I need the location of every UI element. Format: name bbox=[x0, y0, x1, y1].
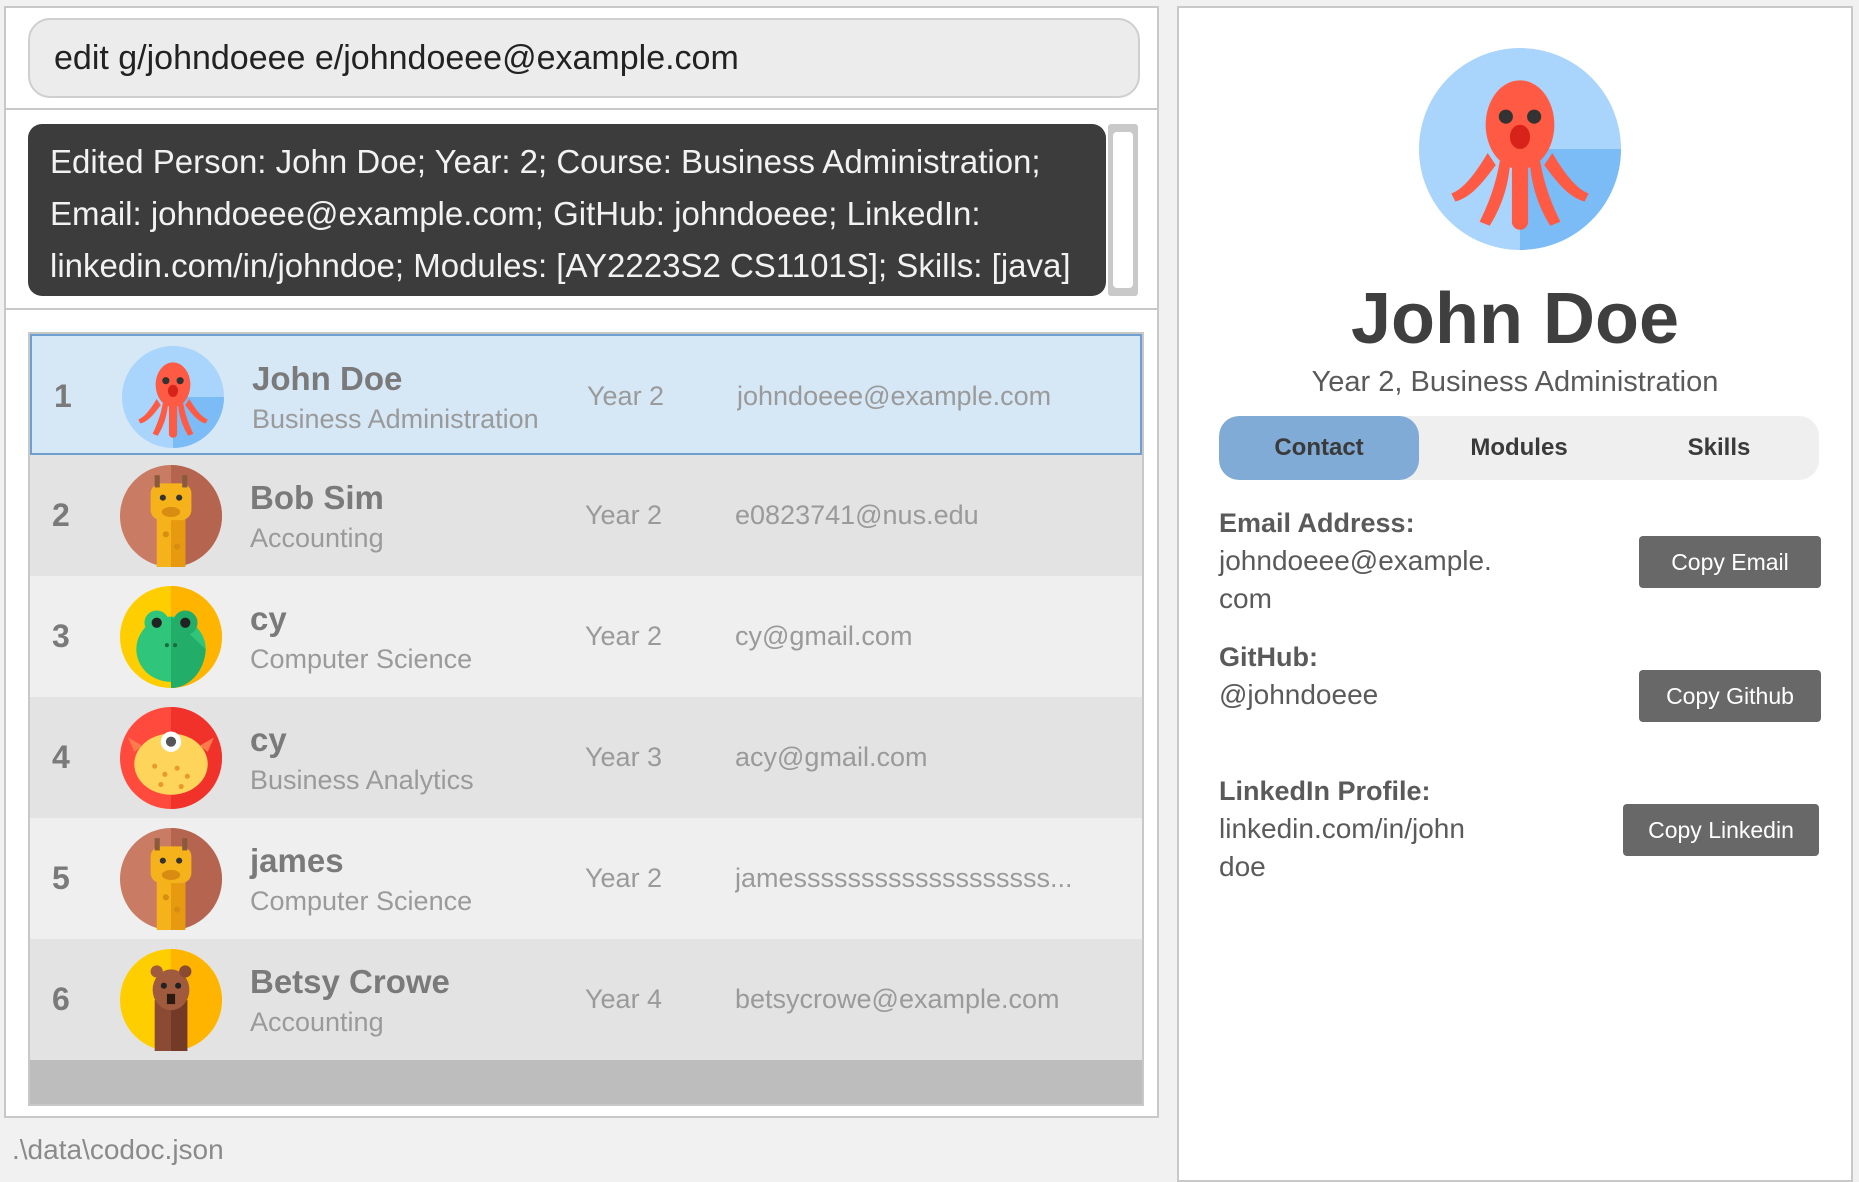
github-label: GitHub: bbox=[1219, 642, 1318, 672]
person-email: acy@gmail.com bbox=[735, 742, 928, 772]
list-item-index: 6 bbox=[52, 981, 70, 1017]
list-item[interactable]: 1 John Doe Business Administration Year … bbox=[30, 334, 1142, 455]
result-display: Edited Person: John Doe; Year: 2; Course… bbox=[28, 124, 1106, 296]
person-name: John Doe bbox=[252, 360, 403, 397]
list-item[interactable]: 6 Betsy Crowe Accounting Year 4 betsycro… bbox=[30, 939, 1142, 1060]
copy-email-button[interactable]: Copy Email bbox=[1639, 536, 1821, 588]
email-value-line2: com bbox=[1219, 583, 1272, 614]
list-item-index: 4 bbox=[52, 739, 70, 775]
email-value: johndoeee@example. com bbox=[1219, 542, 1519, 618]
person-name: Betsy Crowe bbox=[250, 963, 450, 1000]
list-item[interactable]: 3 cy Computer Science Year 2 cy@gmail.co… bbox=[30, 576, 1142, 697]
llama-icon bbox=[120, 949, 222, 1051]
linkedin-value-line1: linkedin.com/in/john bbox=[1219, 813, 1465, 844]
copy-linkedin-button[interactable]: Copy Linkedin bbox=[1623, 804, 1819, 856]
linkedin-value: linkedin.com/in/john doe bbox=[1219, 810, 1519, 886]
frog-icon bbox=[120, 586, 222, 688]
person-list-panel: 1 John Doe Business Administration Year … bbox=[4, 310, 1159, 1118]
octopus-icon bbox=[1419, 48, 1621, 250]
giraffe-icon bbox=[120, 828, 222, 930]
copy-github-button[interactable]: Copy Github bbox=[1639, 670, 1821, 722]
person-email: jamesssssssssssssssssss... bbox=[735, 863, 1073, 893]
person-course: Business Administration bbox=[252, 404, 539, 434]
giraffe-icon bbox=[120, 465, 222, 567]
tab-contact[interactable]: Contact bbox=[1219, 416, 1419, 480]
person-year: Year 4 bbox=[585, 984, 663, 1014]
result-panel: Edited Person: John Doe; Year: 2; Course… bbox=[4, 110, 1159, 310]
person-course: Computer Science bbox=[250, 886, 473, 916]
person-email: betsycrowe@example.com bbox=[735, 984, 1060, 1014]
person-email: cy@gmail.com bbox=[735, 621, 913, 651]
email-value-line1: johndoeee@example. bbox=[1219, 545, 1492, 576]
list-item-index: 3 bbox=[52, 618, 70, 654]
person-year: Year 2 bbox=[587, 381, 665, 411]
linkedin-label: LinkedIn Profile: bbox=[1219, 776, 1431, 806]
result-scrollbar[interactable] bbox=[1108, 124, 1138, 296]
linkedin-value-line2: doe bbox=[1219, 851, 1266, 882]
pufferfish-icon bbox=[120, 707, 222, 809]
person-course: Accounting bbox=[250, 1007, 384, 1037]
detail-name: John Doe bbox=[1350, 279, 1679, 359]
github-value: @johndoeee bbox=[1219, 679, 1379, 710]
scrollbar-thumb[interactable] bbox=[1113, 132, 1133, 288]
command-input[interactable]: edit g/johndoeee e/johndoeee@example.com bbox=[28, 18, 1140, 98]
tab-modules[interactable]: Modules bbox=[1419, 416, 1619, 480]
detail-tabs: Contact Modules Skills bbox=[1219, 416, 1819, 480]
person-list: 1 John Doe Business Administration Year … bbox=[28, 332, 1144, 1106]
person-year: Year 2 bbox=[585, 500, 663, 530]
status-bar-file-path: .\data\codoc.json bbox=[12, 1134, 224, 1165]
person-name: Bob Sim bbox=[250, 479, 384, 516]
person-year: Year 2 bbox=[585, 621, 663, 651]
person-name: cy bbox=[250, 721, 287, 758]
person-email: johndoeee@example.com bbox=[737, 381, 1052, 411]
person-year: Year 2 bbox=[585, 863, 663, 893]
person-course: Computer Science bbox=[250, 644, 473, 674]
list-item-index: 5 bbox=[52, 860, 70, 896]
list-item-index: 2 bbox=[52, 497, 70, 533]
command-panel: edit g/johndoeee e/johndoeee@example.com bbox=[4, 6, 1159, 110]
list-item[interactable]: 2 Bob Sim Accounting Year 2 e0823741@nus… bbox=[30, 455, 1142, 576]
list-item[interactable]: 4 cy Business Analytics Year 3 acy@gmail… bbox=[30, 697, 1142, 818]
person-course: Accounting bbox=[250, 523, 384, 553]
list-item-index: 1 bbox=[54, 378, 72, 414]
email-label: Email Address: bbox=[1219, 508, 1415, 538]
person-name: cy bbox=[250, 600, 287, 637]
person-email: e0823741@nus.edu bbox=[735, 500, 979, 530]
person-detail-panel: John Doe Year 2, Business Administration… bbox=[1177, 6, 1853, 1182]
octopus-icon bbox=[122, 346, 224, 448]
person-course: Business Analytics bbox=[250, 765, 474, 795]
tab-skills[interactable]: Skills bbox=[1619, 416, 1819, 480]
list-item[interactable]: 5 james Computer Science Year 2 jamessss… bbox=[30, 818, 1142, 939]
person-year: Year 3 bbox=[585, 742, 663, 772]
person-name: james bbox=[250, 842, 344, 879]
detail-subtitle: Year 2, Business Administration bbox=[1311, 366, 1719, 398]
